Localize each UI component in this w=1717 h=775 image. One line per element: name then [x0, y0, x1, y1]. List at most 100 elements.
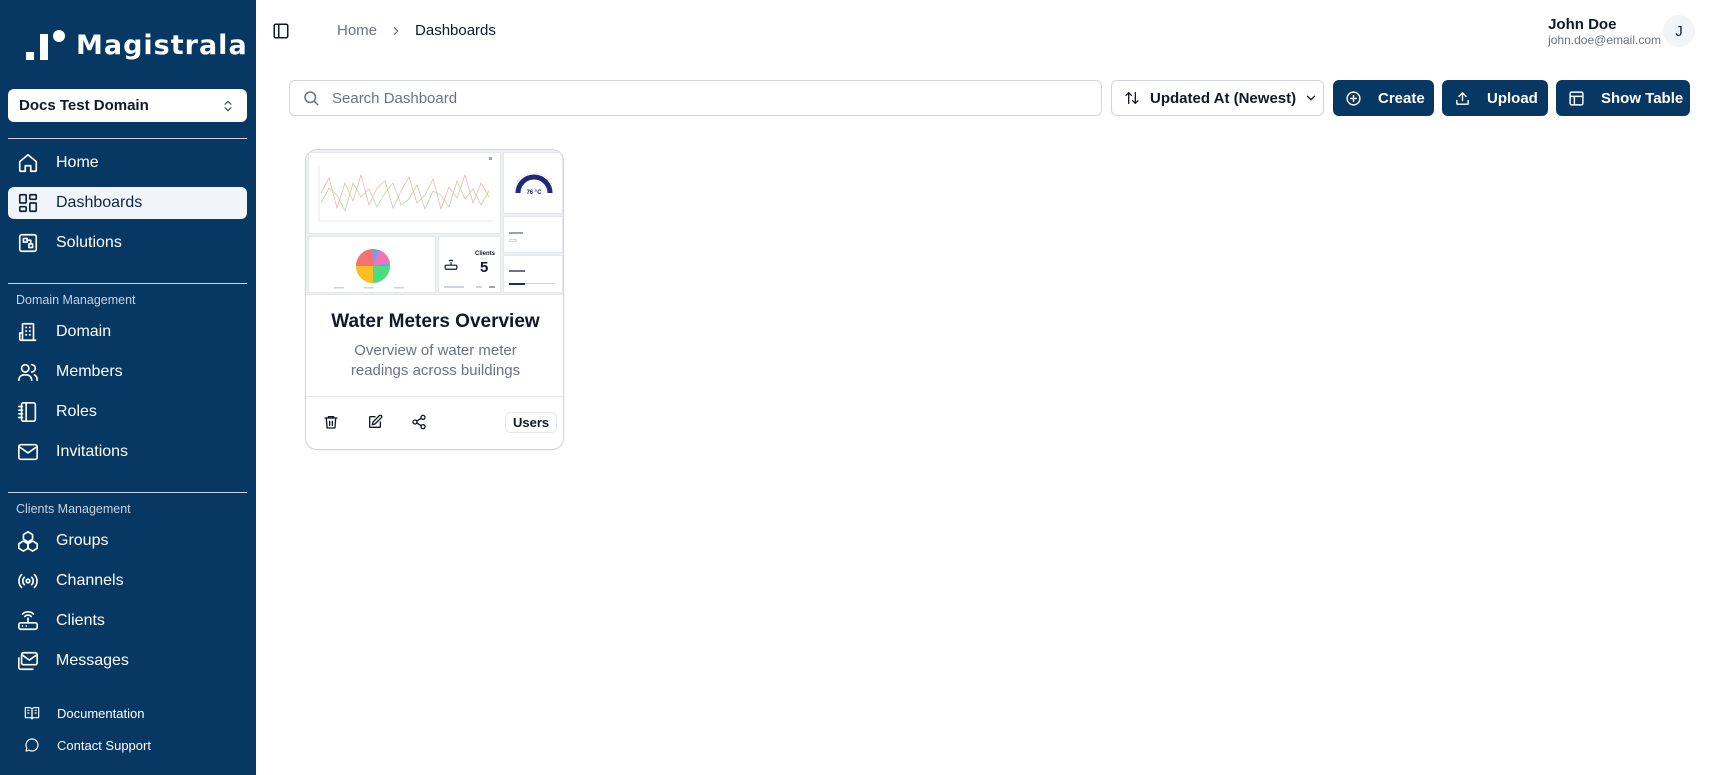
dashboard-card[interactable]: 76 °C Clients 5 Water Meters Overview Ov…	[305, 149, 564, 450]
preview-clients-widget: Clients 5	[438, 236, 501, 293]
sidebar-item-label: Solutions	[56, 234, 122, 251]
divider	[8, 492, 247, 493]
domain-selector[interactable]: Docs Test Domain	[8, 89, 247, 122]
chevron-right-icon	[389, 24, 403, 38]
preview-clients-value: 5	[480, 259, 489, 276]
sidebar-item-roles[interactable]: Roles	[8, 396, 247, 428]
preview-clients-label: Clients	[475, 251, 496, 257]
radio-icon	[16, 569, 40, 593]
share-dashboard-button[interactable]	[408, 411, 430, 433]
sidebar-item-solutions[interactable]: Solutions	[8, 227, 247, 259]
sidebar-item-label: Messages	[56, 652, 129, 669]
solutions-icon	[16, 231, 40, 255]
search-icon	[304, 91, 319, 106]
notebook-icon	[16, 400, 40, 424]
domain-selector-value: Docs Test Domain	[19, 97, 149, 114]
dashboard-visibility-badge: Users	[505, 412, 558, 433]
preview-line-chart	[318, 157, 495, 222]
divider	[8, 138, 247, 139]
section-label-clients-management: Clients Management	[16, 502, 131, 516]
chevrons-up-down-icon	[224, 100, 232, 111]
logo: Magistrala	[26, 28, 248, 62]
sidebar-item-contact-support[interactable]: Contact Support	[8, 731, 247, 759]
sort-dropdown[interactable]: Updated At (Newest)	[1111, 80, 1324, 116]
sort-label: Updated At (Newest)	[1150, 89, 1297, 107]
dashboard-preview-thumbnail[interactable]: 76 °C Clients 5	[306, 150, 563, 295]
chevron-down-icon	[1306, 95, 1316, 101]
sidebar-item-members[interactable]: Members	[8, 356, 247, 388]
router-icon	[444, 259, 458, 270]
building-icon	[16, 320, 40, 344]
sidebar-item-label: Invitations	[56, 443, 129, 460]
user-info[interactable]: John Doe john.doe@email.com	[1548, 16, 1661, 48]
brand-name: Magistrala	[76, 29, 248, 61]
sidebar-item-clients[interactable]: Clients	[8, 605, 247, 637]
sidebar-item-label: Contact Support	[57, 737, 151, 753]
preview-line-chart-widget	[308, 152, 501, 234]
sidebar-item-label: Domain	[56, 323, 112, 340]
create-button[interactable]: Create	[1333, 80, 1434, 116]
dashboard-card-description: Overview of water meter readings across …	[350, 342, 521, 379]
preview-pie-chart-widget	[308, 236, 436, 293]
sidebar-item-documentation[interactable]: Documentation	[8, 699, 247, 727]
preview-slider-widget	[503, 255, 563, 293]
sidebar-item-invitations[interactable]: Invitations	[8, 436, 247, 468]
sidebar-item-label: Channels	[56, 572, 124, 589]
breadcrumb-current: Dashboards	[415, 22, 496, 39]
breadcrumb: Home Dashboards	[337, 22, 496, 39]
sidebar-item-groups[interactable]: Groups	[8, 525, 247, 557]
sidebar: Magistrala Docs Test Domain Home Dashboa…	[0, 0, 256, 775]
panel-left-icon	[273, 23, 289, 39]
preview-gauge-value: 76 °C	[526, 190, 542, 196]
upload-button[interactable]: Upload	[1442, 80, 1548, 116]
magistrala-logo-icon	[26, 30, 65, 60]
sidebar-item-label: Members	[56, 363, 123, 380]
plus-circle-icon	[1345, 90, 1362, 107]
router-icon	[16, 609, 40, 633]
messages-icon	[16, 649, 40, 673]
user-name: John Doe	[1548, 16, 1617, 33]
avatar[interactable]: J	[1663, 15, 1695, 47]
show-table-button-label: Show Table	[1601, 89, 1684, 107]
sidebar-item-label: Roles	[56, 403, 97, 420]
divider	[306, 396, 563, 397]
trash-icon	[324, 416, 338, 429]
divider	[8, 283, 247, 284]
sidebar-item-channels[interactable]: Channels	[8, 565, 247, 597]
edit-icon	[369, 414, 383, 428]
search-box	[289, 80, 1102, 116]
table-icon	[1568, 90, 1585, 107]
sidebar-item-dashboards[interactable]: Dashboards	[8, 187, 247, 219]
sidebar-toggle-button[interactable]	[272, 22, 292, 42]
sidebar-item-home[interactable]: Home	[8, 147, 247, 179]
upload-button-label: Upload	[1487, 89, 1538, 107]
sidebar-item-label: Clients	[56, 612, 105, 629]
mail-icon	[16, 440, 40, 464]
sidebar-item-label: Home	[56, 154, 99, 171]
sidebar-item-label: Dashboards	[56, 194, 143, 211]
show-table-button[interactable]: Show Table	[1556, 80, 1690, 116]
book-icon	[23, 704, 41, 722]
sidebar-item-messages[interactable]: Messages	[8, 645, 247, 677]
breadcrumb-home-link[interactable]: Home	[337, 22, 377, 39]
create-button-label: Create	[1378, 89, 1425, 107]
chat-icon	[23, 736, 41, 754]
delete-dashboard-button[interactable]	[320, 411, 342, 433]
users-icon	[16, 360, 40, 384]
home-icon	[16, 151, 40, 175]
edit-dashboard-button[interactable]	[364, 411, 386, 433]
sidebar-item-label: Groups	[56, 532, 109, 549]
search-input[interactable]	[332, 89, 1092, 107]
dashboard-card-title[interactable]: Water Meters Overview	[306, 311, 563, 333]
upload-icon	[1454, 90, 1471, 107]
sort-arrows-icon	[1125, 92, 1139, 104]
preview-gauge-widget: 76 °C	[503, 152, 563, 214]
dashboard-icon	[16, 191, 40, 215]
sidebar-item-label: Documentation	[57, 705, 145, 721]
share-icon	[412, 414, 426, 430]
user-email: john.doe@email.com	[1548, 33, 1661, 47]
preview-status-widget	[503, 216, 563, 253]
groups-icon	[16, 529, 40, 553]
section-label-domain-management: Domain Management	[16, 293, 136, 307]
sidebar-item-domain[interactable]: Domain	[8, 316, 247, 348]
